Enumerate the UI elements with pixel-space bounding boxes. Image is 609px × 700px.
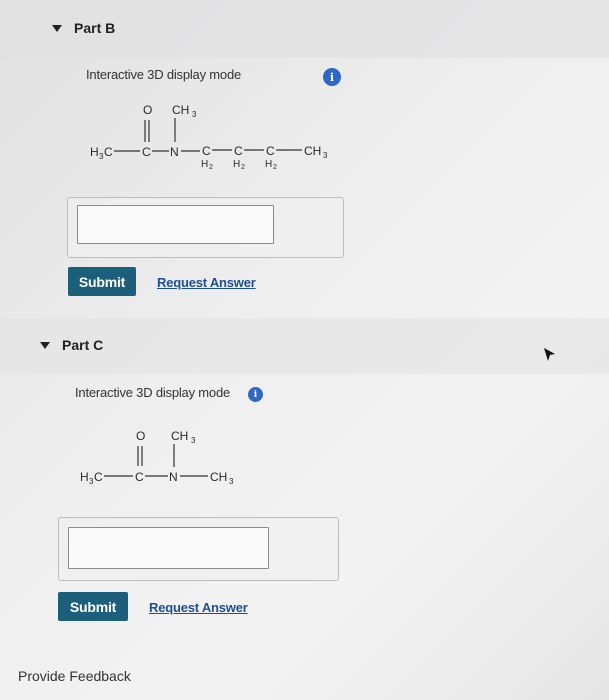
svg-text:C: C: [142, 145, 151, 159]
info-icon[interactable]: i: [248, 387, 263, 402]
collapse-triangle-icon[interactable]: [52, 24, 62, 32]
part-b-answer-input[interactable]: [77, 205, 274, 244]
nitrogen-label: N: [169, 470, 178, 484]
svg-text:H: H: [233, 159, 240, 170]
svg-text:CH: CH: [210, 470, 227, 484]
part-c-title: Part C: [62, 337, 104, 353]
collapse-triangle-icon[interactable]: [40, 341, 50, 349]
part-c-structure: O CH 3 H 3 C C N CH 3: [80, 429, 234, 486]
part-b-structure: O CH 3 H 3 C C N C H 2 C H 2 C H 2 CH 3: [90, 103, 328, 171]
methyl-top-label: CH: [172, 103, 189, 117]
provide-feedback-link[interactable]: Provide Feedback: [18, 668, 131, 684]
svg-text:H: H: [265, 159, 272, 170]
info-icon[interactable]: i: [323, 68, 341, 86]
svg-text:3: 3: [191, 436, 196, 445]
svg-text:2: 2: [273, 164, 277, 171]
svg-text:H: H: [80, 470, 89, 484]
svg-text:C: C: [104, 145, 113, 159]
svg-text:C: C: [266, 144, 275, 158]
part-c-display-mode-label: Interactive 3D display mode: [75, 385, 231, 400]
svg-text:3: 3: [229, 477, 234, 486]
svg-text:C: C: [135, 470, 144, 484]
part-b-display-mode-label: Interactive 3D display mode: [86, 67, 242, 82]
part-c-answer-input[interactable]: [68, 527, 269, 569]
svg-text:2: 2: [209, 164, 213, 171]
part-b-submit-button[interactable]: Submit: [68, 267, 136, 296]
svg-text:H: H: [201, 159, 208, 170]
part-c-header[interactable]: Part C: [40, 337, 103, 353]
svg-text:C: C: [234, 144, 243, 158]
svg-text:3: 3: [323, 151, 328, 160]
part-b-header[interactable]: Part B: [52, 20, 115, 36]
part-c-request-answer-link[interactable]: Request Answer: [149, 600, 248, 615]
svg-text:C: C: [94, 470, 103, 484]
part-b-title: Part B: [74, 20, 116, 36]
svg-text:C: C: [202, 144, 211, 158]
methyl-top-label: CH: [171, 429, 188, 443]
nitrogen-label: N: [170, 145, 179, 159]
mouse-cursor-icon: [544, 348, 555, 361]
svg-text:H: H: [90, 145, 99, 159]
svg-text:3: 3: [192, 110, 197, 119]
part-b-request-answer-link[interactable]: Request Answer: [157, 275, 256, 290]
oxygen-label: O: [136, 429, 145, 443]
svg-text:2: 2: [241, 164, 245, 171]
part-c-submit-button[interactable]: Submit: [58, 592, 128, 621]
oxygen-label: O: [143, 103, 152, 117]
svg-text:CH: CH: [304, 144, 321, 158]
